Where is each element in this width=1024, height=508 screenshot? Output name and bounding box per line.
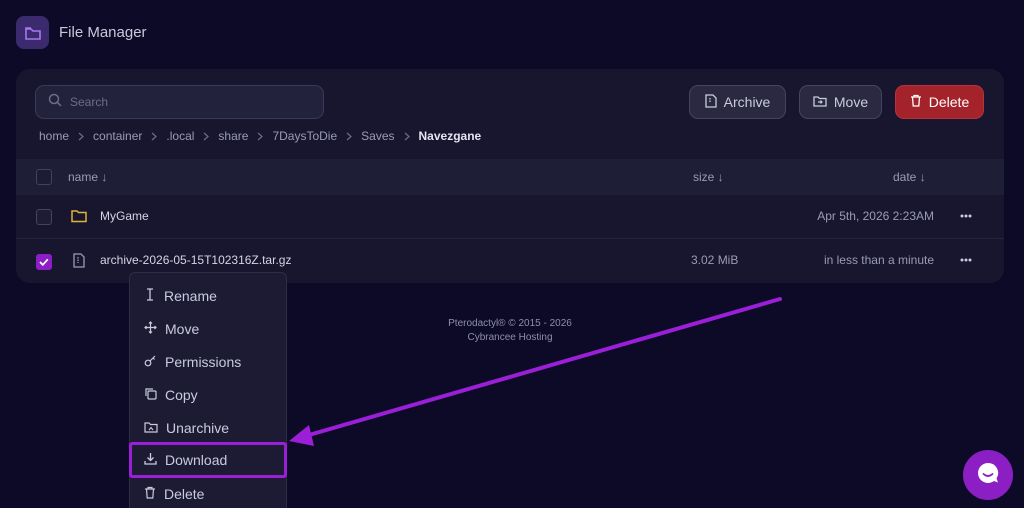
footer-copyright[interactable]: Pterodactyl® © 2015 - 2026 [380,317,640,331]
more-options-icon[interactable] [956,207,976,225]
chevron-right-icon [78,132,84,141]
breadcrumb-current: Navezgane [418,129,482,143]
text-cursor-icon [144,288,156,304]
chat-support-button[interactable] [963,450,1013,500]
menu-item-label: Move [165,321,200,337]
menu-item-label: Unarchive [166,420,230,436]
breadcrumb-item[interactable]: container [93,129,142,143]
folder-move-icon [813,94,827,110]
menu-item-copy[interactable]: Copy [130,379,286,411]
column-header-name[interactable]: name ↓ [68,170,107,184]
menu-item-label: Copy [165,387,198,403]
column-header-date[interactable]: date ↓ [893,170,926,184]
column-header-size[interactable]: size ↓ [693,170,724,184]
folder-icon [71,209,87,226]
menu-item-label: Rename [164,288,217,304]
unarchive-icon [144,420,158,436]
breadcrumb: home container .local share 7DaysToDie S… [39,129,481,143]
row-name[interactable]: archive-2026-05-15T102316Z.tar.gz [100,253,291,267]
breadcrumb-item[interactable]: Saves [361,129,394,143]
row-date: in less than a minute [823,253,934,267]
footer-host[interactable]: Cybrancee Hosting [380,331,640,345]
context-menu: Rename Move Permissions Copy Unarchive D… [129,272,287,508]
chevron-right-icon [404,132,410,141]
menu-item-delete[interactable]: Delete [130,478,286,508]
select-all-checkbox[interactable] [36,169,52,185]
chevron-right-icon [203,132,210,141]
menu-item-unarchive[interactable]: Unarchive [130,412,286,444]
breadcrumb-item[interactable]: 7DaysToDie [272,129,337,143]
table-header: name ↓ size ↓ date ↓ [16,159,1004,195]
search-input[interactable] [70,95,310,109]
menu-item-label: Delete [164,486,205,502]
menu-item-rename[interactable]: Rename [130,280,286,312]
key-icon [144,354,157,370]
row-size: 3.02 MiB [691,253,739,267]
chevron-right-icon [151,132,158,141]
archive-button[interactable]: Archive [689,85,786,119]
download-icon [144,452,157,468]
folder-logo-icon[interactable] [16,16,49,49]
chat-bubble-icon [976,461,1000,490]
trash-icon [144,486,156,502]
move-button[interactable]: Move [799,85,882,119]
breadcrumb-item[interactable]: .local [166,129,194,143]
menu-item-move[interactable]: Move [130,313,286,345]
row-checkbox[interactable] [36,209,52,225]
delete-button-label: Delete [928,94,970,110]
file-archive-icon [73,253,85,271]
footer: Pterodactyl® © 2015 - 2026 Cybrancee Hos… [380,317,640,345]
chevron-right-icon [257,132,264,141]
chevron-right-icon [346,132,353,141]
app-header: File Manager [16,16,147,49]
menu-item-download[interactable]: Download [129,442,287,478]
copy-icon [144,387,157,403]
menu-item-label: Permissions [165,354,242,370]
row-checkbox[interactable] [36,254,52,270]
file-archive-icon [705,93,717,111]
row-date: Apr 5th, 2026 2:23AM [817,209,934,223]
breadcrumb-item[interactable]: share [218,129,248,143]
menu-item-permissions[interactable]: Permissions [130,346,286,378]
menu-item-label: Download [165,452,228,468]
archive-button-label: Archive [723,94,771,110]
breadcrumb-item[interactable]: home [39,129,69,143]
table-row[interactable]: MyGame Apr 5th, 2026 2:23AM [16,195,1004,239]
more-options-icon[interactable] [956,251,976,269]
file-manager-page: File Manager Archive Move Delete [0,0,1024,508]
row-name[interactable]: MyGame [100,209,149,223]
delete-button[interactable]: Delete [895,85,984,119]
move-arrows-icon [144,321,157,337]
move-button-label: Move [833,94,869,110]
search-icon [48,93,62,112]
app-title: File Manager [59,24,147,41]
file-panel: Archive Move Delete home container .loca… [16,69,1004,283]
search-box[interactable] [35,85,324,119]
trash-icon [910,94,922,110]
